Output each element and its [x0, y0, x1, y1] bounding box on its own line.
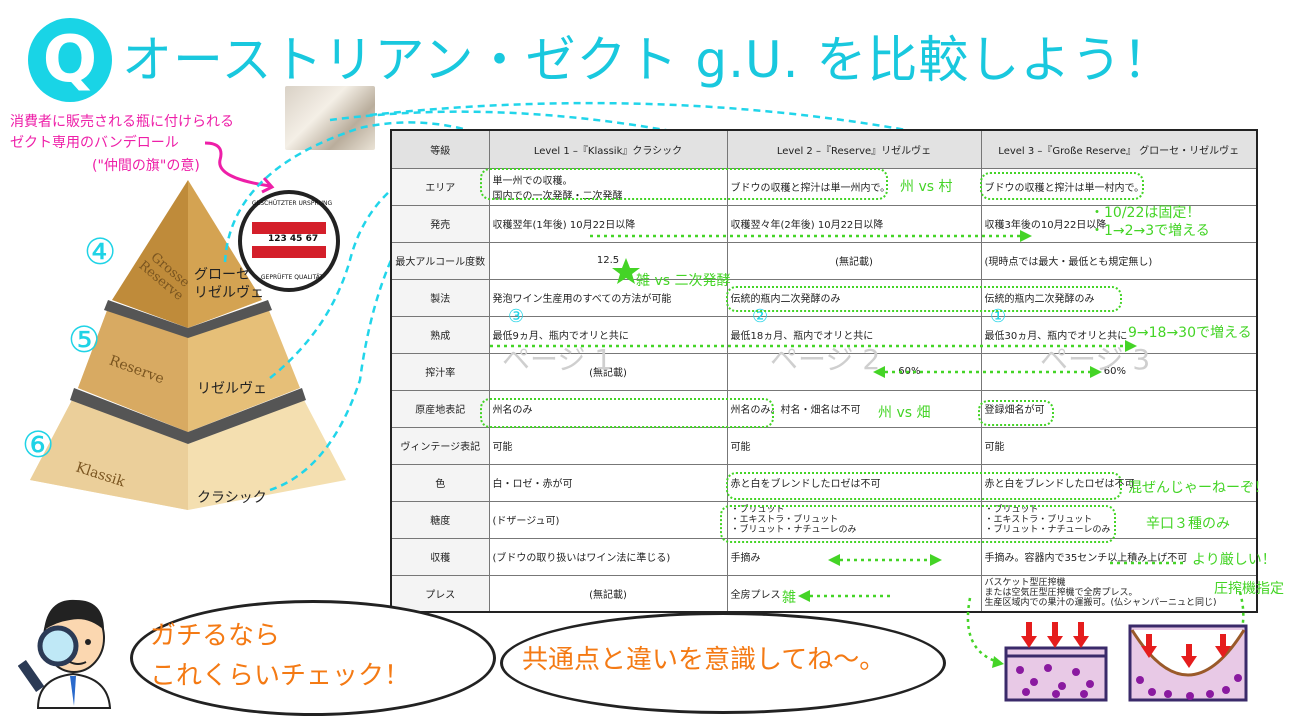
annotation-stricter: より厳しい！ [1192, 552, 1276, 568]
detective-character [18, 599, 112, 709]
bubble-left-line-1: ガチるなら [150, 621, 281, 651]
annotation-rough: 雑 [782, 590, 796, 606]
annotation-press-specified: 圧搾機指定 [1214, 581, 1284, 597]
bubble-left-line-2: これくらいチェック！ [150, 661, 411, 691]
press-illustrations [1004, 622, 1248, 702]
green-arrows [490, 230, 1245, 668]
annotation-state-vs-vineyard: 州 vs 畑 [878, 405, 931, 421]
annotation-years-increase: ・1→2→3で増える [1090, 223, 1210, 239]
annotation-date-fixed: ・10/22は固定！ [1090, 205, 1201, 221]
annotation-aging: 9→18→30で増える [1128, 325, 1252, 341]
vertical-press-icon [1004, 622, 1108, 702]
annotation-no-blend: 混ぜんじゃーねーぞ！ [1128, 480, 1268, 496]
annotation-method: 雑 vs 二次発酵 [636, 273, 731, 289]
annotation-dry-only: 辛口３種のみ [1146, 516, 1230, 532]
bubble-right-text: 共通点と違いを意識してね～。 [522, 645, 886, 675]
pneumatic-press-icon [1128, 624, 1248, 702]
annotation-state-vs-village: 州 vs 村 [900, 179, 953, 195]
